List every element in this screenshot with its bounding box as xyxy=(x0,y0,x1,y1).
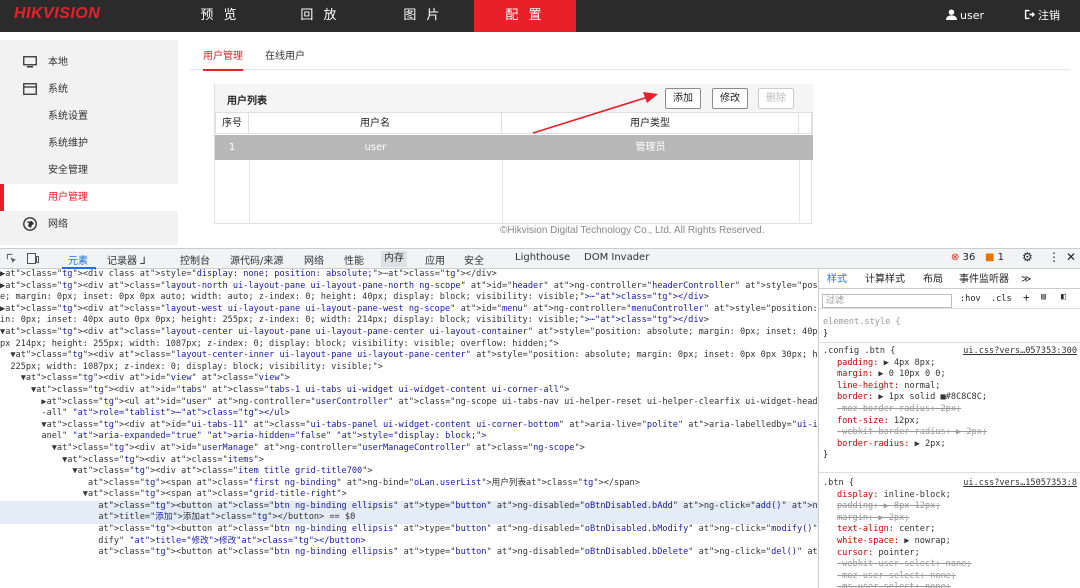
copyright-footer: ©Hikvision Digital Technology Co., Ltd. … xyxy=(500,225,765,236)
styles-filter-row: 过滤 :hov .cls + ▤ ◧ xyxy=(819,291,1080,309)
dom-node-line[interactable]: dify" "at">title="修改">修改"at">class="tg">… xyxy=(0,536,818,548)
css-property[interactable]: display: inline-block; xyxy=(823,490,1079,502)
devtools-tab-sources[interactable]: 源代码/来源 xyxy=(230,252,283,267)
dom-node-line[interactable]: ▼at">class="tg"><div at">id="ui-tabs-11"… xyxy=(0,420,818,432)
dom-node-line[interactable]: ▼at">class="tg"><div at">class="item tit… xyxy=(0,466,818,478)
devtools-toolbar: 元素 记录器 ⅃ 控制台 源代码/来源 网络 性能 内存 应用 安全 Light… xyxy=(0,249,1080,269)
dom-node-line[interactable]: in: 0px; inset: 40px auto 0px 0px; heigh… xyxy=(0,315,818,327)
inspect-icon[interactable] xyxy=(6,253,17,264)
hover-toggle[interactable]: :hov xyxy=(960,294,981,306)
devtools-tab-network[interactable]: 网络 xyxy=(304,252,324,267)
css-property[interactable]: border-radius: ▶ 2px; xyxy=(823,439,1079,451)
dom-node-line[interactable]: ▼at">class="tg"><div at">class="items"> xyxy=(0,455,818,467)
add-rule-icon[interactable]: + xyxy=(1023,292,1030,304)
devtools-tab-console[interactable]: 控制台 xyxy=(180,252,210,267)
css-property[interactable]: -webkit-border-radius: ▶ 2px; xyxy=(823,427,1079,439)
rule-btn[interactable]: .btn { ui.css?vers…15057353:8 display: in… xyxy=(823,478,1079,588)
class-toggle[interactable]: .cls xyxy=(991,294,1012,306)
styles-tab-computed[interactable]: 计算样式 xyxy=(865,274,905,286)
dom-node-line[interactable]: ▶at">class="tg"><div at">class="layout-n… xyxy=(0,281,818,293)
dom-node-line[interactable]: e; margin: 0px; inset: 0px 0px auto; wid… xyxy=(0,292,818,304)
dom-node-line[interactable]: ▼at">class="tg"><div at">id="userManage"… xyxy=(0,443,818,455)
rule-selector: .btn { xyxy=(823,478,855,488)
color-format-icon[interactable]: ▤ xyxy=(1041,292,1046,304)
css-property[interactable]: cursor: pointer; xyxy=(823,548,1079,560)
css-property[interactable]: -moz-user-select: none; xyxy=(823,571,1079,583)
rule-source-link[interactable]: ui.css?vers…15057353:8 xyxy=(963,478,1077,490)
css-property[interactable]: -moz-border-radius: 2px; xyxy=(823,404,1079,416)
styles-tab-layout[interactable]: 布局 xyxy=(923,274,943,286)
rule-source-link[interactable]: ui.css?vers…057353:300 xyxy=(963,346,1077,358)
css-property[interactable]: -webkit-user-select: none; xyxy=(823,559,1079,571)
css-property[interactable]: border: ▶ 1px solid ■#8C8C8C; xyxy=(823,392,1079,404)
css-property[interactable]: line-height: normal; xyxy=(823,381,1079,393)
dom-node-line[interactable]: 225px; width: 1087px; z-index: 0; displa… xyxy=(0,362,818,374)
styles-tab-styles[interactable]: 样式 xyxy=(827,274,847,286)
dom-node-line[interactable]: ▼at">class="tg"><span at">class="grid-ti… xyxy=(0,489,818,501)
devtools-tab-performance[interactable]: 性能 xyxy=(344,252,364,267)
styles-tab-event-listeners[interactable]: 事件监听器 xyxy=(959,274,1009,286)
rule-close: } xyxy=(823,329,829,339)
dom-node-line[interactable]: ▼at">class="tg"><div at">id="tabs" at">c… xyxy=(0,385,818,397)
warning-icon: ■ xyxy=(985,252,995,263)
css-property[interactable]: white-space: ▶ nowrap; xyxy=(823,536,1079,548)
dom-node-line[interactable]: at">title="添加">添加at">class="tg"></button… xyxy=(0,512,818,525)
warning-counter[interactable]: ■ 1 xyxy=(985,252,1004,263)
devtools-tab-memory[interactable]: 内存 xyxy=(381,251,407,267)
styles-filter-input[interactable]: 过滤 xyxy=(822,294,952,308)
more-options-icon[interactable]: ⋮ xyxy=(1048,250,1060,264)
sidebar-toggle-icon[interactable]: ◧ xyxy=(1061,292,1066,304)
gear-icon[interactable]: ⚙ xyxy=(1022,250,1033,264)
devtools-panel: 元素 记录器 ⅃ 控制台 源代码/来源 网络 性能 内存 应用 安全 Light… xyxy=(0,248,1080,588)
devtools-tab-application[interactable]: 应用 xyxy=(425,252,445,267)
dom-node-line[interactable]: at">class="tg"><button at">class="btn ng… xyxy=(0,547,818,559)
rule-config-btn[interactable]: .config .btn { ui.css?vers…057353:300 pad… xyxy=(823,346,1079,462)
dom-tree[interactable]: ▶at">class="tg"><div class at">style="di… xyxy=(0,269,818,588)
element-style-rule[interactable]: element.style { xyxy=(823,317,1079,329)
dom-node-line[interactable]: ▶at">class="tg"><ul at">id="user" at">ng… xyxy=(0,397,818,409)
dom-node-line[interactable]: -all" "at">role="tablist">⋯"at">class="t… xyxy=(0,408,818,420)
styles-pane: 样式 计算样式 布局 事件监听器 ≫ 过滤 :hov .cls + ▤ ◧ el… xyxy=(818,269,1080,588)
devtools-tab-elements[interactable]: 元素 xyxy=(68,252,88,267)
styles-tab-more[interactable]: ≫ xyxy=(1021,274,1031,286)
styles-tab-bar: 样式 计算样式 布局 事件监听器 ≫ xyxy=(819,269,1080,289)
css-property[interactable]: padding: ▶ 4px 8px; xyxy=(823,358,1079,370)
rule-selector: .config .btn { xyxy=(823,346,896,356)
devtools-tab-dom-invader[interactable]: DOM Invader xyxy=(584,252,649,263)
css-property[interactable]: margin: ▶ 0 10px 0 0; xyxy=(823,369,1079,381)
devtools-tab-lighthouse[interactable]: Lighthouse xyxy=(515,252,570,263)
css-property[interactable]: text-align: center; xyxy=(823,524,1079,536)
css-property[interactable]: margin: ▶ 2px; xyxy=(823,513,1079,525)
css-property[interactable]: font-size: 12px; xyxy=(823,416,1079,428)
rule-separator xyxy=(819,472,1080,473)
css-property[interactable]: -ms-user-select: none; xyxy=(823,582,1079,588)
devtools-tab-recorder[interactable]: 记录器 ⅃ xyxy=(107,252,146,267)
dom-node-line[interactable]: ▼at">class="tg"><div at">class="layout-c… xyxy=(0,327,818,339)
dom-node-line[interactable]: ▼at">class="tg"><div at">class="layout-c… xyxy=(0,350,818,362)
error-counter[interactable]: ⊗ 36 xyxy=(951,252,975,263)
rule-separator xyxy=(819,342,1080,343)
dom-node-line[interactable]: ▶at">class="tg"><div class at">style="di… xyxy=(0,269,818,281)
device-toolbar-icon[interactable] xyxy=(27,253,39,264)
dom-node-line[interactable]: at">class="tg"><span at">class="first ng… xyxy=(0,478,818,490)
error-icon: ⊗ xyxy=(951,252,960,263)
css-property[interactable]: padding: ▶ 8px 12px; xyxy=(823,501,1079,513)
dom-node-line[interactable]: anel" "at">aria-expanded="true" "at">ari… xyxy=(0,431,818,443)
dom-node-line[interactable]: ▼at">class="tg"><div at">id="view" at">c… xyxy=(0,373,818,385)
dom-node-line[interactable]: ▶at">class="tg"><div at">class="layout-w… xyxy=(0,304,818,316)
close-icon[interactable]: ✕ xyxy=(1066,250,1076,264)
dom-node-line[interactable]: at">class="tg"><button at">class="btn ng… xyxy=(0,524,818,536)
dom-node-line[interactable]: px 214px; height: 255px; width: 1087px; … xyxy=(0,339,818,351)
devtools-tab-security[interactable]: 安全 xyxy=(464,252,484,267)
dom-node-line[interactable]: at">class="tg"><button at">class="btn ng… xyxy=(0,500,818,513)
